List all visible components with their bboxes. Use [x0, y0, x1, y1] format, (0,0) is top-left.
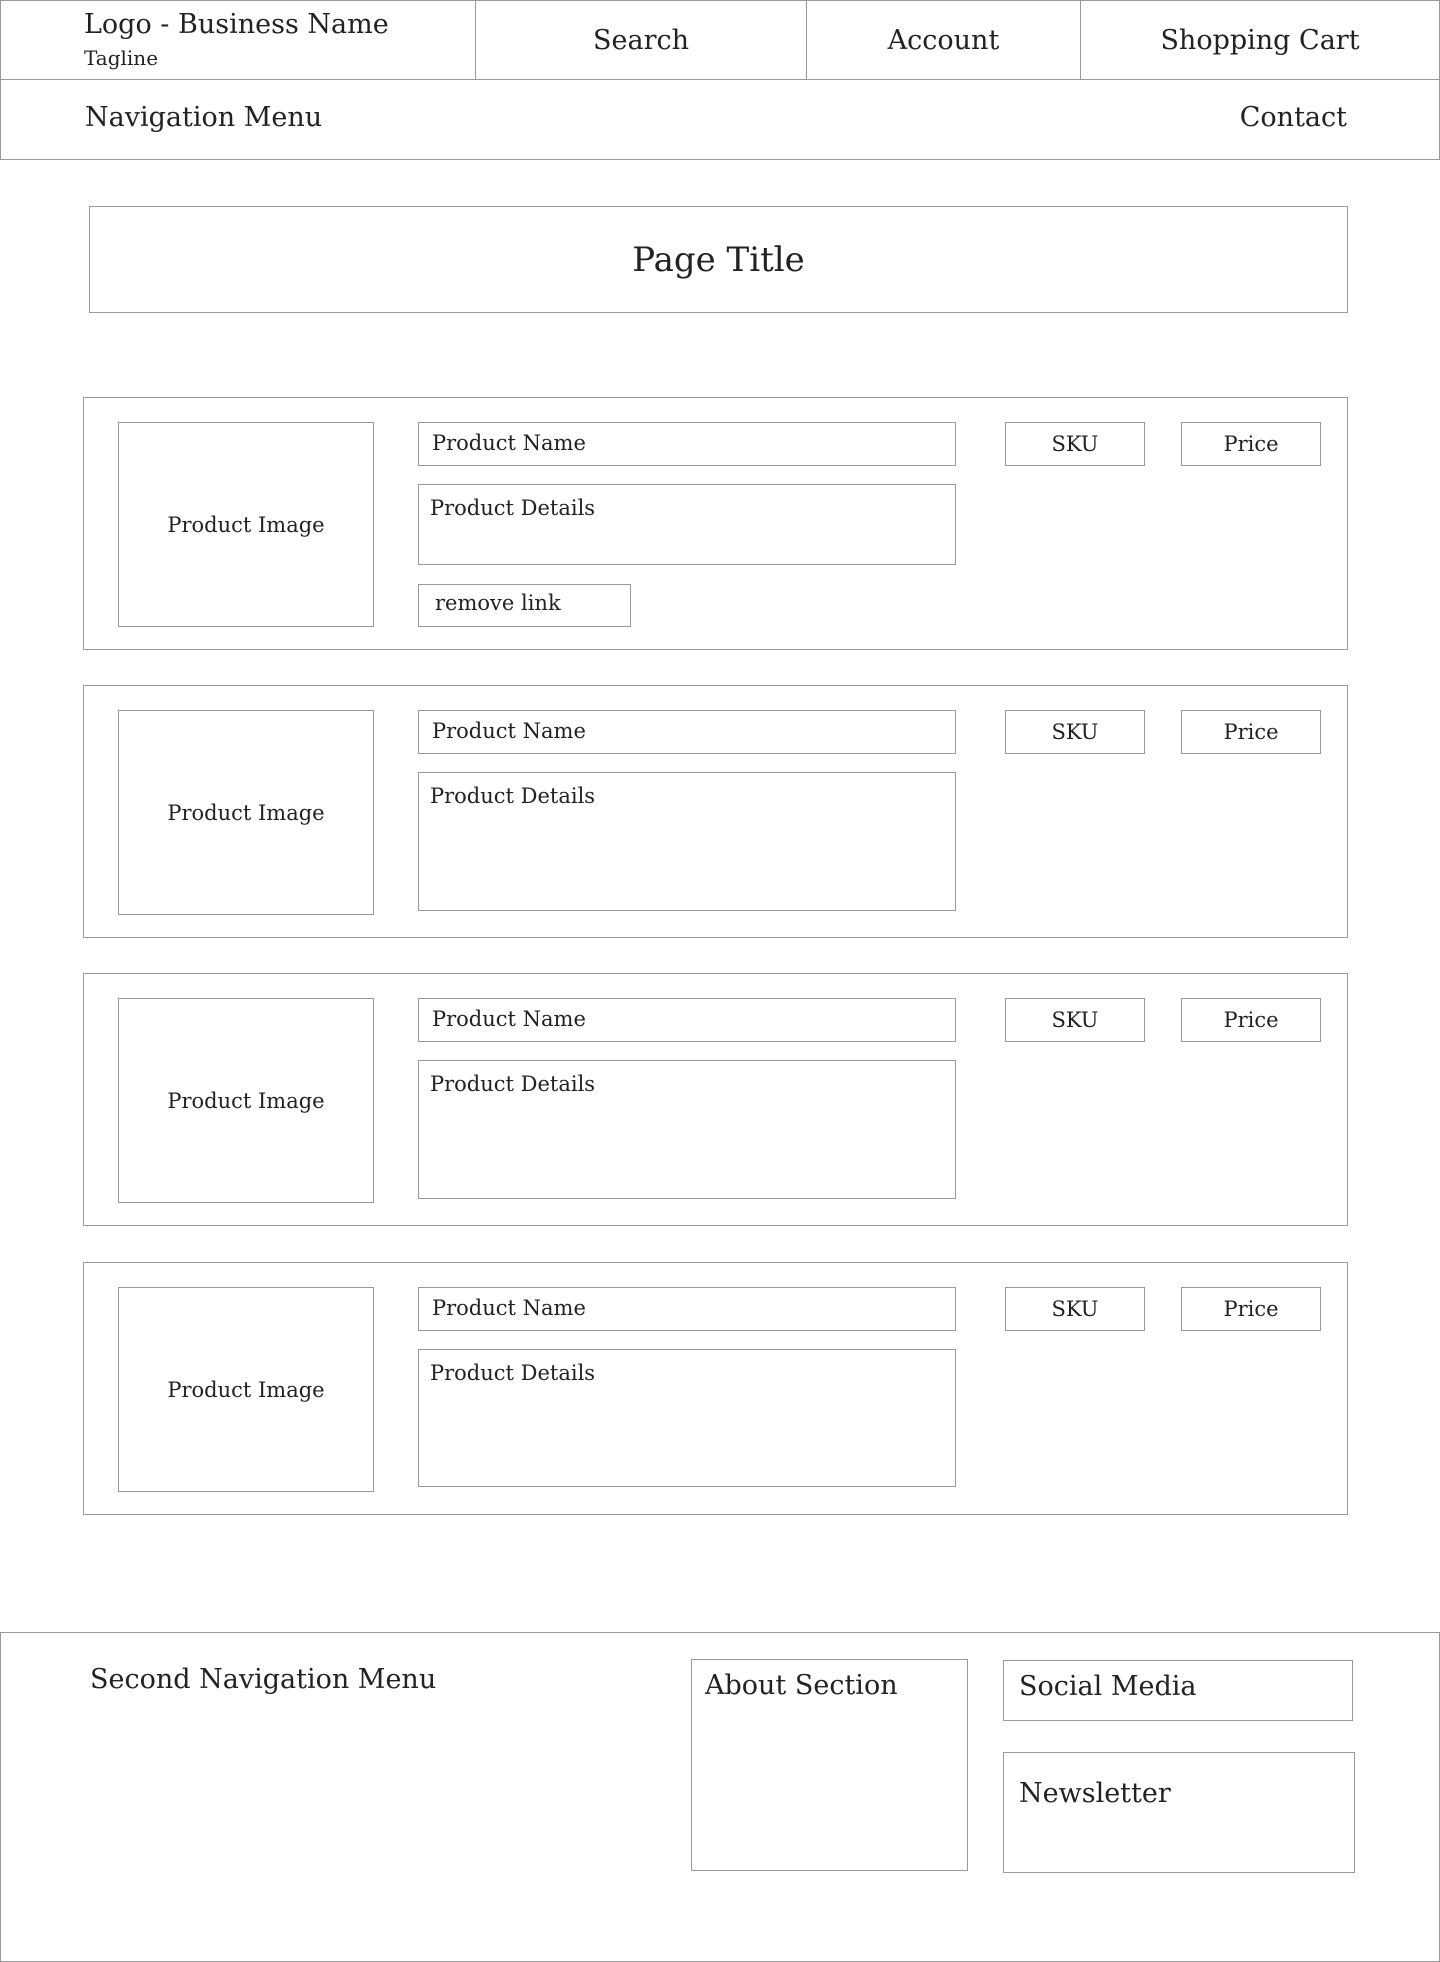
search-button[interactable]: Search: [475, 0, 807, 80]
price-label: Price: [1223, 720, 1279, 744]
page-title-box: Page Title: [89, 206, 1348, 313]
social-media-title: Social Media: [1019, 1671, 1197, 1702]
product-name-label: Product Name: [432, 431, 586, 455]
product-details-label: Product Details: [430, 496, 596, 520]
about-section: About Section: [691, 1659, 968, 1871]
product-details-label: Product Details: [430, 1072, 596, 1096]
contact-link[interactable]: Contact: [1240, 102, 1347, 133]
product-image-label: Product Image: [167, 512, 325, 537]
product-details-label: Product Details: [430, 784, 596, 808]
price-field: Price: [1181, 422, 1321, 466]
search-label: Search: [593, 24, 689, 56]
product-image-label: Product Image: [167, 1088, 325, 1113]
about-section-title: About Section: [705, 1670, 898, 1701]
tagline: Tagline: [84, 46, 159, 70]
product-image[interactable]: Product Image: [118, 1287, 374, 1492]
second-navigation-menu[interactable]: Second Navigation Menu: [90, 1664, 436, 1695]
product-image[interactable]: Product Image: [118, 998, 374, 1203]
price-label: Price: [1223, 432, 1279, 456]
remove-link[interactable]: remove link: [418, 584, 631, 627]
sku-label: SKU: [1051, 1297, 1099, 1321]
product-name-field[interactable]: Product Name: [418, 710, 956, 754]
product-name-field[interactable]: Product Name: [418, 998, 956, 1042]
account-label: Account: [887, 24, 1000, 56]
product-name-label: Product Name: [432, 1007, 586, 1031]
price-label: Price: [1223, 1297, 1279, 1321]
product-details-field: Product Details: [418, 772, 956, 911]
product-name-field[interactable]: Product Name: [418, 1287, 956, 1331]
price-field: Price: [1181, 1287, 1321, 1331]
product-name-label: Product Name: [432, 1296, 586, 1320]
sku-field: SKU: [1005, 422, 1145, 466]
shopping-cart-button[interactable]: Shopping Cart: [1080, 0, 1440, 80]
shopping-cart-label: Shopping Cart: [1160, 24, 1360, 56]
product-card: Product Image Product Name Product Detai…: [83, 973, 1348, 1226]
price-field: Price: [1181, 710, 1321, 754]
product-card: Product Image Product Name Product Detai…: [83, 685, 1348, 938]
sku-label: SKU: [1051, 1008, 1099, 1032]
price-label: Price: [1223, 1008, 1279, 1032]
sku-label: SKU: [1051, 720, 1099, 744]
account-button[interactable]: Account: [806, 0, 1081, 80]
product-image-label: Product Image: [167, 800, 325, 825]
logo-area[interactable]: Logo - Business Name Tagline: [0, 0, 476, 80]
navigation-bar: Navigation Menu Contact: [0, 79, 1440, 160]
newsletter-section[interactable]: Newsletter: [1003, 1752, 1355, 1873]
social-media-section[interactable]: Social Media: [1003, 1660, 1353, 1721]
product-card: Product Image Product Name Product Detai…: [83, 1262, 1348, 1515]
product-details-label: Product Details: [430, 1361, 596, 1385]
remove-link-label: remove link: [435, 591, 561, 615]
newsletter-title: Newsletter: [1019, 1778, 1171, 1809]
sku-field: SKU: [1005, 710, 1145, 754]
sku-field: SKU: [1005, 1287, 1145, 1331]
page-title: Page Title: [632, 239, 805, 280]
price-field: Price: [1181, 998, 1321, 1042]
business-name: Logo - Business Name: [84, 9, 389, 40]
product-details-field: Product Details: [418, 1349, 956, 1487]
product-name-label: Product Name: [432, 719, 586, 743]
sku-label: SKU: [1051, 432, 1099, 456]
product-details-field: Product Details: [418, 1060, 956, 1199]
navigation-menu[interactable]: Navigation Menu: [85, 102, 322, 133]
sku-field: SKU: [1005, 998, 1145, 1042]
product-image-label: Product Image: [167, 1377, 325, 1402]
product-name-field[interactable]: Product Name: [418, 422, 956, 466]
product-image[interactable]: Product Image: [118, 710, 374, 915]
product-image[interactable]: Product Image: [118, 422, 374, 627]
product-card: Product Image Product Name Product Detai…: [83, 397, 1348, 650]
product-details-field: Product Details: [418, 484, 956, 565]
